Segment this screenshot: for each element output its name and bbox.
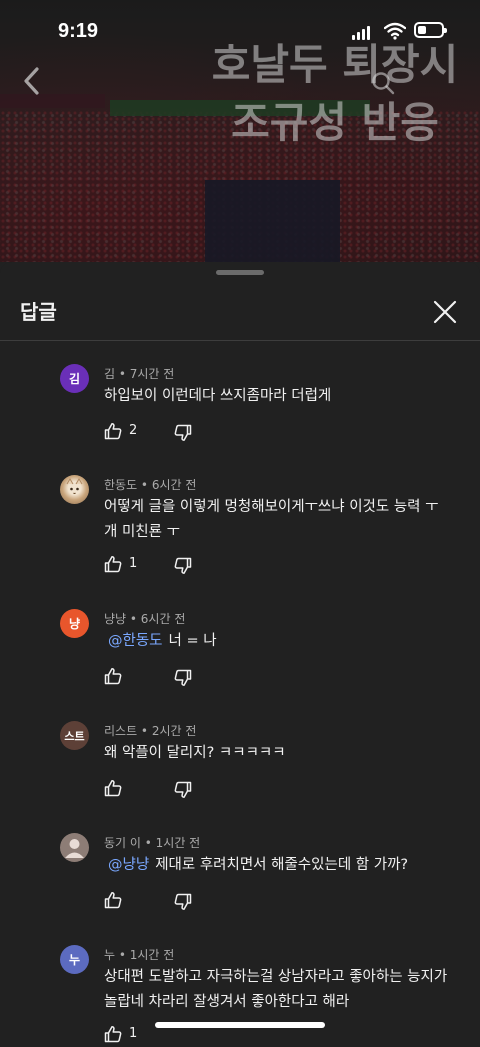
comment-actions: 1 [104,1025,224,1047]
thumbs-up-icon[interactable] [104,667,122,685]
comment-body: 상대편 도발하고 자극하는걸 상남자라고 좋아하는 능지가 놀랍네 차라리 잘생… [104,969,448,1010]
sheet-title: 답글 [20,300,57,324]
thumbs-up-icon[interactable] [104,422,122,440]
status-bar: 9:19 [0,0,480,60]
replies-sheet: 답글 김 김 • 7시간 전 하입보이 이런데다 쓰지좀마라 더럽게 2 한동도… [0,262,480,1043]
drag-handle[interactable] [216,270,264,275]
wifi-icon [384,22,406,40]
comment-body: 어떻게 글을 이렇게 멍청해보이게ㅜ쓰냐 이것도 능력 ㅜ 개 미친룐 ㅜ [104,499,439,540]
battery-icon [414,22,447,38]
comment-meta: 한동도 • 6시간 전 [104,478,197,492]
comment-meta: 김 • 7시간 전 [104,367,175,381]
thumbs-up-icon[interactable] [104,1025,122,1043]
comment-meta: 리스트 • 2시간 전 [104,724,197,738]
header-divider [0,340,480,341]
avatar[interactable]: 스트 [60,721,89,750]
thumbs-down-icon[interactable] [174,424,192,442]
comment-body: 너 = 나 [168,633,217,649]
close-icon[interactable] [428,295,462,329]
comment-text: @한동도 너 = 나 [104,629,454,654]
comment-text: 어떻게 글을 이렇게 멍청해보이게ㅜ쓰냐 이것도 능력 ㅜ 개 미친룐 ㅜ [104,495,454,545]
thumbs-down-icon[interactable] [174,557,192,575]
search-icon[interactable] [370,70,396,96]
thumbs-up-icon[interactable] [104,555,122,573]
comment-actions: 2 [104,422,224,444]
thumbs-down-icon[interactable] [174,669,192,687]
comment-text: @냥냥 제대로 후려치면서 해줄수있는데 함 가까? [104,853,454,878]
thumbs-up-icon[interactable] [104,891,122,909]
avatar[interactable] [60,475,89,504]
comment-actions [104,667,224,689]
avatar[interactable]: 김 [60,364,89,393]
comment-body: 하입보이 이런데다 쓰지좀마라 더럽게 [104,388,332,404]
cat-avatar-icon [66,478,83,494]
thumbs-up-icon[interactable] [104,779,122,797]
mention-link[interactable]: @한동도 [108,633,163,649]
avatar[interactable]: 냥 [60,609,89,638]
comment-text: 왜 악플이 달리지? ㅋㅋㅋㅋㅋ [104,741,454,766]
avatar[interactable] [60,833,89,862]
like-count: 2 [129,423,138,438]
thumbs-down-icon[interactable] [174,781,192,799]
comment-text: 상대편 도발하고 자극하는걸 상남자라고 좋아하는 능지가 놀랍네 차라리 잘생… [104,965,454,1015]
comment-actions [104,891,224,913]
home-indicator[interactable] [155,1022,325,1028]
comment-meta: 누 • 1시간 전 [104,948,175,962]
comment-meta: 동기 이 • 1시간 전 [104,836,201,850]
like-count: 1 [129,556,138,571]
video-title-line2: 조규성 반응 [231,98,439,147]
comment-text: 하입보이 이런데다 쓰지좀마라 더럽게 [104,384,454,409]
chevron-left-icon[interactable] [18,64,46,98]
thumbs-down-icon[interactable] [174,893,192,911]
status-time: 9:19 [58,20,99,42]
avatar[interactable]: 누 [60,945,89,974]
comment-actions [104,779,224,801]
cellular-signal-icon [352,26,372,40]
comment-body: 제대로 후려치면서 해줄수있는데 함 가까? [155,857,409,873]
comment-body: 왜 악플이 달리지? ㅋㅋㅋㅋㅋ [104,745,286,761]
comment-meta: 냥냥 • 6시간 전 [104,612,186,626]
default-user-avatar-icon [65,839,84,858]
comment-actions: 1 [104,555,224,577]
mention-link[interactable]: @냥냥 [108,857,149,873]
